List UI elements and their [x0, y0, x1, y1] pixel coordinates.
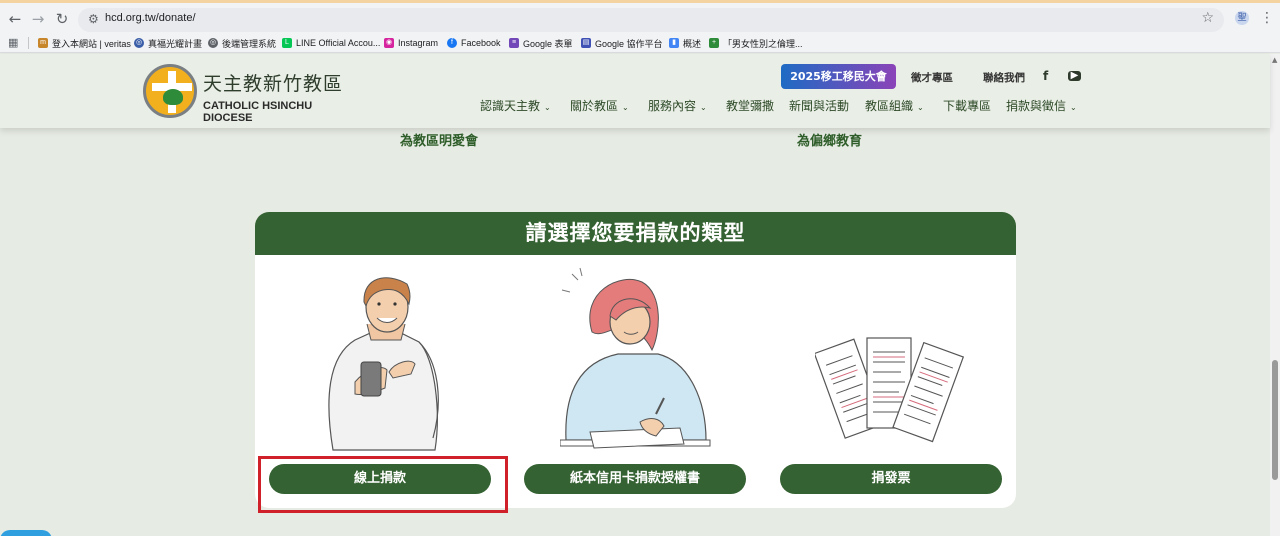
bookmark-label: LINE Official Accou...	[296, 38, 381, 48]
chevron-down-icon: ⌄	[917, 103, 924, 112]
logo-english-name: CATHOLIC HSINCHU DIOCESE	[203, 100, 313, 124]
person-writing-illustration	[560, 267, 711, 449]
facebook-icon: f	[447, 38, 457, 48]
bookmark-label: 登入本網站 | veritas	[52, 38, 131, 49]
bookmark-label: 真福光耀計畫	[148, 38, 203, 49]
apps-grid-icon[interactable]: ▦	[8, 36, 18, 49]
site-header: 天主教新竹教區 CATHOLIC HSINCHU DIOCESE 2025移工移…	[0, 54, 1270, 128]
donate-receipt-button[interactable]: 捐發票	[780, 464, 1002, 494]
card-title: 請選擇您要捐款的類型	[255, 212, 1016, 255]
bookmark-item[interactable]: m 登入本網站 | veritas	[38, 36, 131, 50]
forward-icon[interactable]: →	[29, 10, 47, 28]
bookmark-label: 後端管理系統	[222, 38, 277, 49]
menu-label: 教堂彌撒	[726, 99, 775, 113]
bookmark-item[interactable]: L LINE Official Accou...	[282, 36, 380, 50]
bookmarks-bar: ▦ m 登入本網站 | veritas ◎ 真福光耀計畫 ◎ 後端管理系統 L LINE…	[0, 33, 1280, 53]
menu-item-downloads[interactable]: 下載專區	[943, 97, 991, 114]
bookmark-item[interactable]: ◎ 真福光耀計畫	[134, 36, 202, 50]
reload-icon[interactable]: ↻	[53, 10, 71, 28]
globe-icon: ◎	[208, 38, 218, 48]
chevron-down-icon: ⌄	[544, 103, 551, 112]
menu-item-catholic[interactable]: 認識天主教 ⌄	[480, 97, 551, 114]
site-logo[interactable]: 天主教新竹教區 CATHOLIC HSINCHU DIOCESE	[143, 63, 344, 124]
bookmark-item[interactable]: ◉ Instagram	[384, 36, 438, 50]
bookmark-item[interactable]: ◎ 後端管理系統	[208, 36, 276, 50]
contact-link[interactable]: 聯絡我們	[983, 70, 1025, 85]
url-text[interactable]: hcd.org.tw/donate/	[105, 12, 196, 24]
diocese-emblem-icon	[143, 64, 197, 118]
bookmarks-divider	[28, 37, 29, 49]
scroll-up-icon[interactable]: ▲	[1272, 56, 1277, 64]
site-info-icon[interactable]: ⚙	[88, 12, 99, 26]
recruitment-link[interactable]: 徵才專區	[911, 70, 953, 85]
veritas-icon: m	[38, 38, 48, 48]
menu-label: 捐款與徵信	[1006, 99, 1067, 113]
youtube-icon[interactable]: ▶	[1068, 71, 1081, 81]
bookmark-label: 「男女性別之倫理...	[723, 38, 803, 49]
caritas-heading: 為教區明愛會	[400, 134, 479, 149]
menu-label: 教區組織	[865, 99, 914, 113]
scrollbar-thumb[interactable]	[1272, 360, 1278, 480]
bookmark-label: Instagram	[398, 38, 439, 48]
bookmark-label: Facebook	[461, 38, 501, 48]
bookmark-item[interactable]: ▮ 概述	[669, 36, 701, 50]
bookmark-item[interactable]: ▤ Google 協作平台	[581, 36, 663, 50]
browser-menu-icon[interactable]: ⋮	[1260, 10, 1274, 26]
menu-item-mass[interactable]: 教堂彌撒	[726, 97, 774, 114]
doc-icon: +	[709, 38, 719, 48]
receipts-illustration	[815, 337, 965, 443]
menu-label: 下載專區	[943, 99, 992, 113]
migrant-conference-button[interactable]: 2025移工移民大會	[781, 64, 896, 89]
chevron-down-icon: ⌄	[1070, 103, 1077, 112]
bookmark-label: Google 表單	[523, 38, 573, 49]
facebook-icon[interactable]: f	[1043, 69, 1048, 83]
menu-label: 服務內容	[648, 99, 697, 113]
menu-item-news[interactable]: 新聞與活動	[789, 97, 849, 114]
globe-icon: ◎	[134, 38, 144, 48]
menu-label: 新聞與活動	[789, 99, 850, 113]
page-scrollbar[interactable]: ▲	[1270, 54, 1280, 536]
browser-toolbar: ← → ↻ ⚙ hcd.org.tw/donate/ ☆ 聖 ⋮	[0, 0, 1280, 33]
person-with-phone-illustration	[328, 277, 439, 451]
bookmark-item[interactable]: + 「男女性別之倫理...	[709, 36, 803, 50]
menu-item-donate[interactable]: 捐款與徵信 ⌄	[1006, 97, 1077, 114]
google-forms-icon: ≡	[509, 38, 519, 48]
chat-widget-button[interactable]	[0, 530, 52, 536]
menu-label: 認識天主教	[480, 99, 541, 113]
google-sites-icon: ▤	[581, 38, 591, 48]
bookmark-star-icon[interactable]: ☆	[1201, 10, 1214, 26]
back-icon[interactable]: ←	[6, 10, 24, 28]
chevron-down-icon: ⌄	[622, 103, 629, 112]
logo-chinese-name: 天主教新竹教區	[203, 73, 344, 95]
line-icon: L	[282, 38, 292, 48]
menu-item-about[interactable]: 關於教區 ⌄	[570, 97, 629, 114]
instagram-icon: ◉	[384, 38, 394, 48]
bookmark-label: 概述	[683, 38, 702, 49]
credit-card-authorization-button[interactable]: 紙本信用卡捐款授權書	[524, 464, 746, 494]
chevron-down-icon: ⌄	[700, 103, 707, 112]
menu-item-organization[interactable]: 教區組織 ⌄	[865, 97, 924, 114]
menu-item-services[interactable]: 服務內容 ⌄	[648, 97, 707, 114]
rural-education-heading: 為偏鄉教育	[797, 134, 863, 149]
bookmark-item[interactable]: f Facebook	[447, 36, 501, 50]
analytics-icon: ▮	[669, 38, 679, 48]
address-bar[interactable]: ⚙ hcd.org.tw/donate/ ☆	[78, 8, 1224, 32]
profile-avatar[interactable]: 聖	[1235, 11, 1249, 25]
menu-label: 關於教區	[570, 99, 619, 113]
bookmark-item[interactable]: ≡ Google 表單	[509, 36, 573, 50]
bookmark-label: Google 協作平台	[595, 38, 663, 49]
highlight-box	[258, 456, 508, 513]
